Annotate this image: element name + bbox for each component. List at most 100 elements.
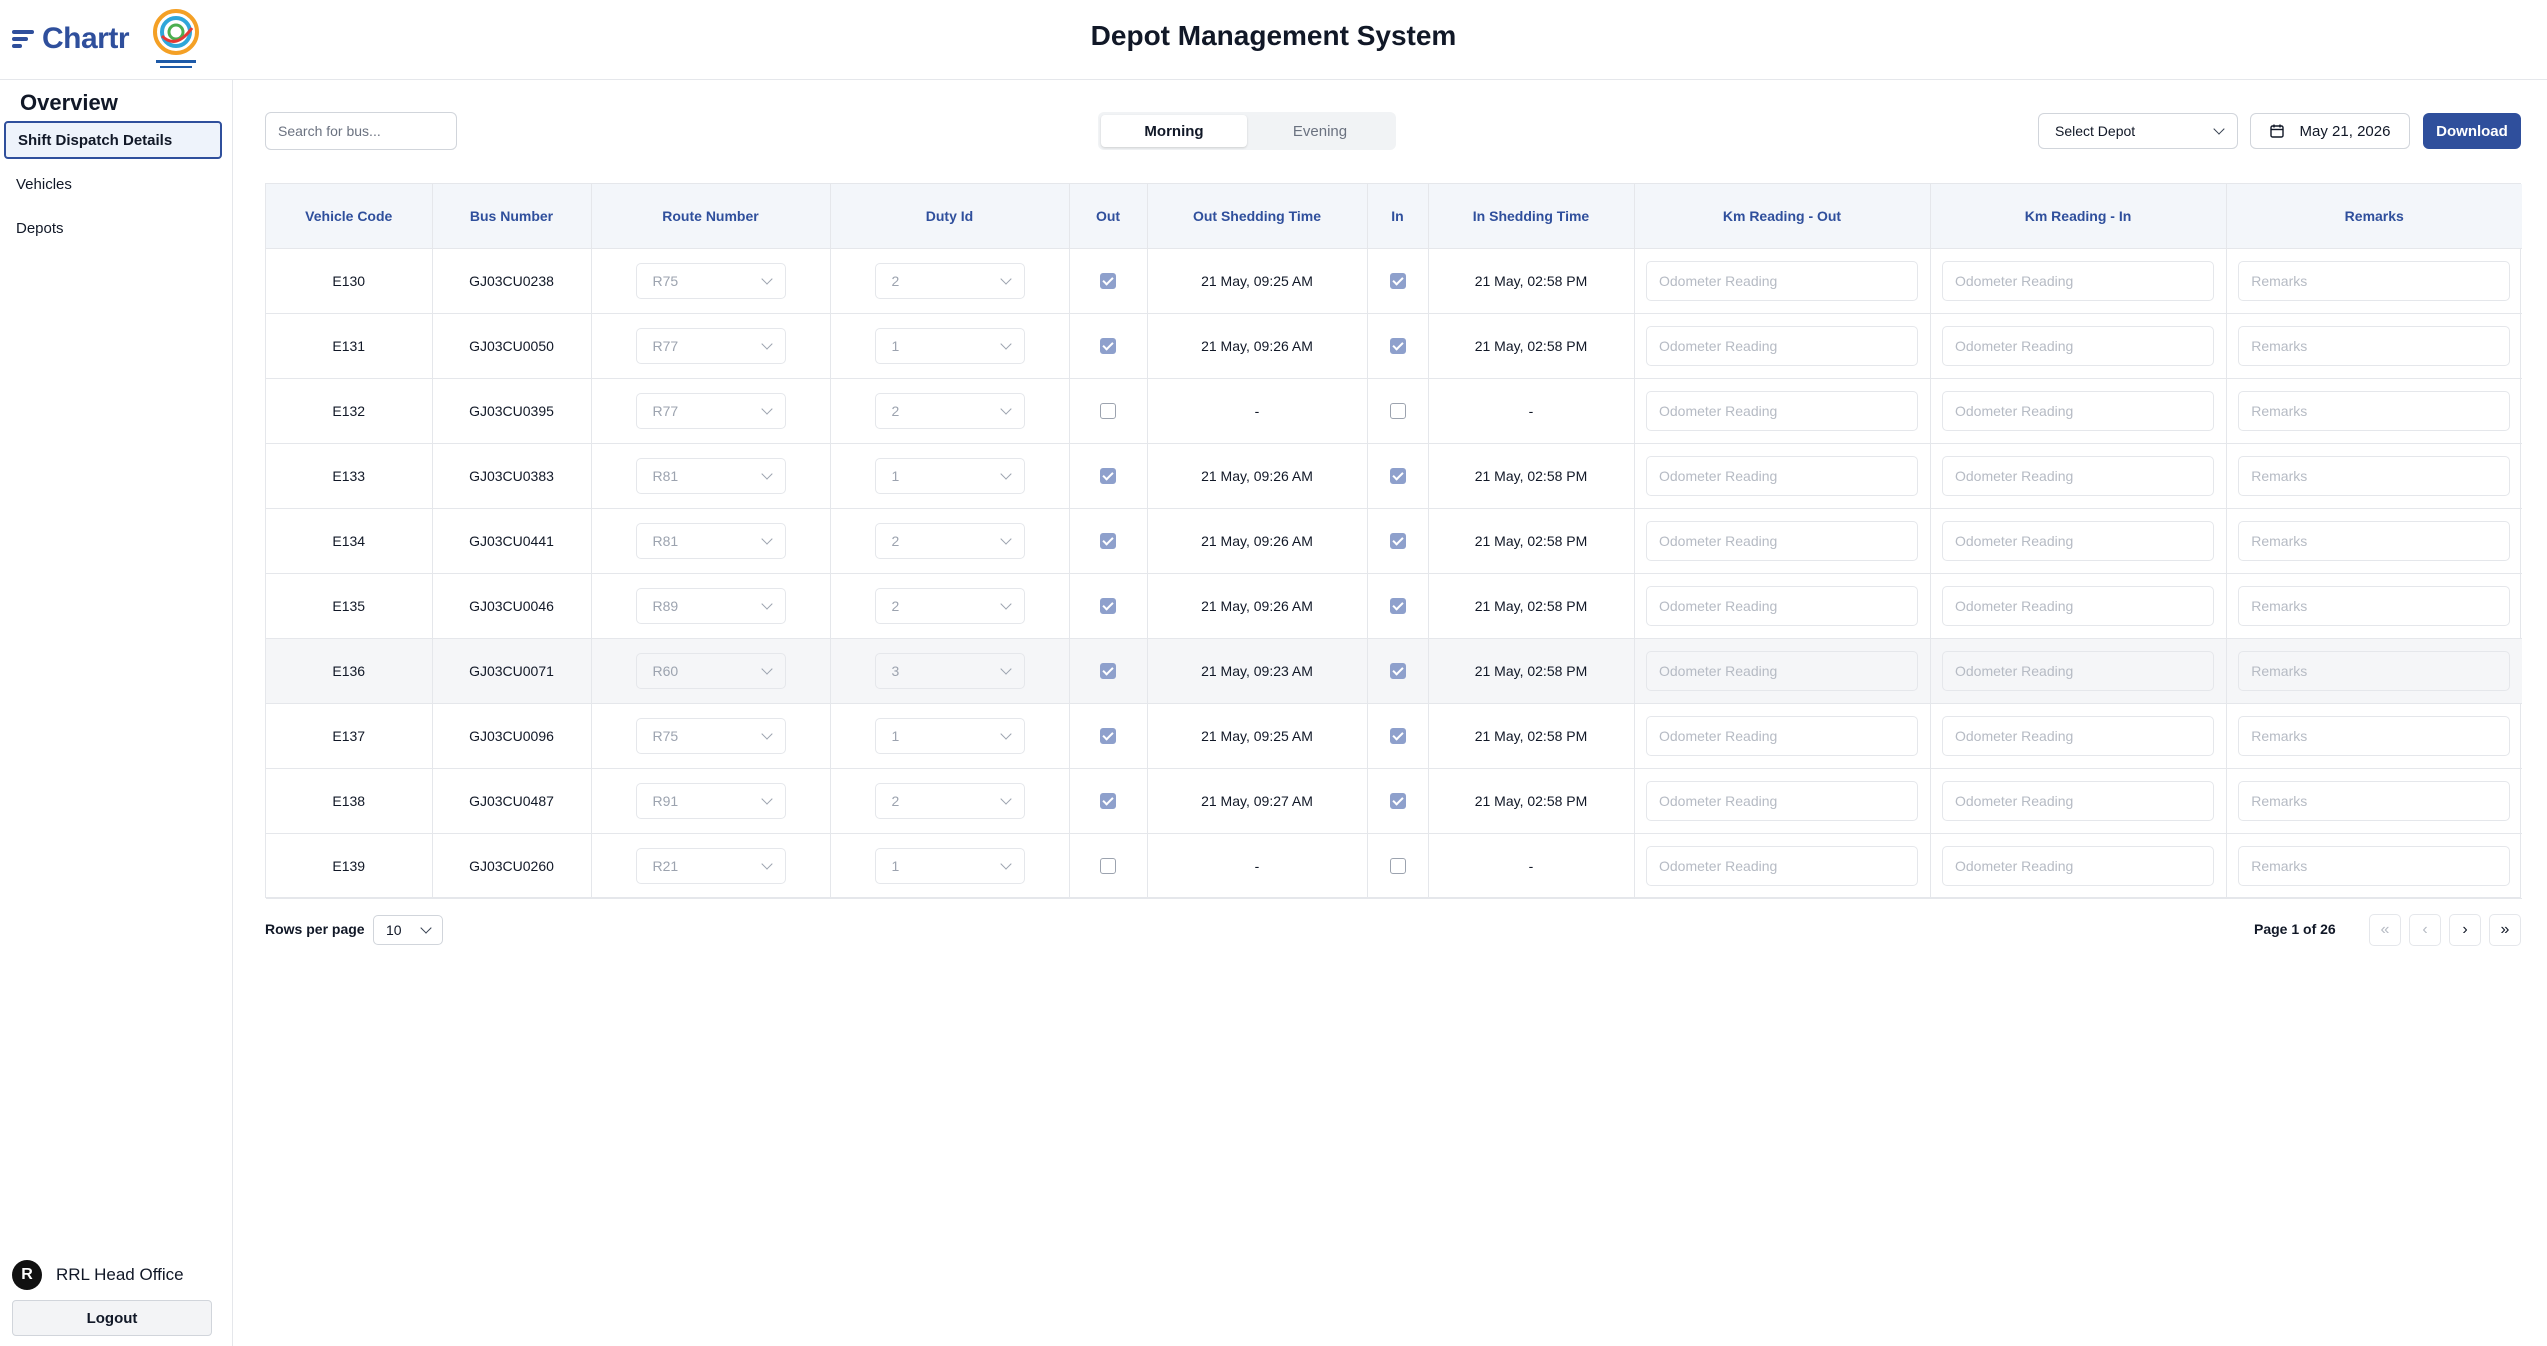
duty-select[interactable]: 3 — [874, 652, 1025, 689]
km-reading-in-input[interactable] — [1942, 780, 2214, 821]
out-shedding-time-cell: 21 May, 09:23 AM — [1147, 638, 1368, 704]
out-checkbox[interactable] — [1100, 403, 1116, 420]
route-select[interactable]: R81 — [635, 457, 786, 494]
km-reading-in-input[interactable] — [1942, 715, 2214, 756]
logout-button[interactable]: Logout — [12, 1300, 212, 1336]
duty-select[interactable]: 1 — [874, 717, 1025, 754]
duty-select[interactable]: 2 — [874, 262, 1025, 299]
out-checkbox[interactable] — [1100, 273, 1116, 290]
out-checkbox[interactable] — [1100, 663, 1116, 680]
remarks-cell — [2226, 768, 2522, 834]
out-shedding-time-cell: 21 May, 09:26 AM — [1147, 443, 1368, 509]
km-reading-in-input[interactable] — [1942, 585, 2214, 626]
remarks-input[interactable] — [2238, 325, 2511, 366]
duty-select-value: 2 — [891, 272, 900, 289]
duty-select[interactable]: 2 — [874, 522, 1025, 559]
duty-select-value: 3 — [891, 662, 900, 679]
out-shedding-time-cell: 21 May, 09:26 AM — [1147, 313, 1368, 379]
in-checkbox[interactable] — [1389, 793, 1406, 810]
route-select[interactable]: R91 — [635, 782, 786, 819]
route-select[interactable]: R89 — [635, 587, 786, 624]
route-select[interactable]: R75 — [635, 717, 786, 754]
remarks-input[interactable] — [2238, 390, 2511, 431]
out-checkbox[interactable] — [1100, 793, 1116, 810]
sidebar-item-shift-dispatch-details[interactable]: Shift Dispatch Details — [4, 121, 222, 159]
remarks-input[interactable] — [2238, 455, 2511, 496]
depot-select[interactable]: Select Depot — [2038, 113, 2238, 149]
route-select[interactable]: R81 — [635, 522, 786, 559]
in-checkbox[interactable] — [1389, 468, 1406, 485]
in-checkbox[interactable] — [1389, 403, 1406, 420]
route-select[interactable]: R77 — [635, 392, 786, 429]
next-page-button[interactable]: › — [2449, 914, 2481, 946]
km-reading-in-input[interactable] — [1942, 455, 2214, 496]
in-checkbox[interactable] — [1389, 273, 1406, 290]
route-select[interactable]: R60 — [635, 652, 786, 689]
in-checkbox[interactable] — [1389, 663, 1406, 680]
selected-date: May 21, 2026 — [2299, 122, 2391, 140]
in-checkbox[interactable] — [1389, 728, 1406, 745]
download-button[interactable]: Download — [2423, 113, 2521, 149]
in-checkbox[interactable] — [1389, 598, 1406, 615]
remarks-input[interactable] — [2238, 520, 2511, 561]
chevron-down-icon — [760, 727, 773, 740]
km-reading-in-input[interactable] — [1942, 325, 2214, 366]
search-input[interactable] — [265, 112, 457, 150]
chevron-down-icon — [999, 662, 1012, 675]
shift-morning-tab[interactable]: Morning — [1101, 115, 1247, 147]
km-reading-out-input[interactable] — [1646, 845, 1918, 886]
prev-page-button[interactable]: ‹ — [2409, 914, 2441, 946]
out-checkbox[interactable] — [1100, 858, 1116, 875]
remarks-input[interactable] — [2238, 260, 2511, 301]
out-checkbox[interactable] — [1100, 533, 1116, 550]
km-reading-out-input[interactable] — [1646, 455, 1918, 496]
route-select[interactable]: R21 — [635, 847, 786, 884]
in-shedding-time-cell: 21 May, 02:58 PM — [1428, 703, 1635, 769]
last-page-button[interactable]: » — [2489, 914, 2521, 946]
route-select[interactable]: R75 — [635, 262, 786, 299]
date-picker-button[interactable]: May 21, 2026 — [2250, 113, 2410, 149]
in-checkbox[interactable] — [1389, 858, 1406, 875]
bus-number-cell: GJ03CU0383 — [432, 443, 592, 509]
km-reading-out-input[interactable] — [1646, 715, 1918, 756]
remarks-input[interactable] — [2238, 780, 2511, 821]
in-checkbox[interactable] — [1389, 338, 1406, 355]
km-reading-in-input[interactable] — [1942, 390, 2214, 431]
km-reading-out-input[interactable] — [1646, 390, 1918, 431]
out-checkbox[interactable] — [1100, 598, 1116, 615]
km-reading-out-input[interactable] — [1646, 585, 1918, 626]
km-reading-out-input[interactable] — [1646, 260, 1918, 301]
km-reading-out-input[interactable] — [1646, 780, 1918, 821]
km-reading-in-input[interactable] — [1942, 520, 2214, 561]
chevron-down-icon — [2213, 123, 2225, 135]
remarks-input[interactable] — [2238, 845, 2511, 886]
km-reading-out-input[interactable] — [1646, 650, 1918, 691]
duty-select[interactable]: 2 — [874, 587, 1025, 624]
out-checkbox[interactable] — [1100, 728, 1116, 745]
out-checkbox[interactable] — [1100, 468, 1116, 485]
duty-select[interactable]: 1 — [874, 457, 1025, 494]
in-cell — [1367, 443, 1429, 509]
out-checkbox[interactable] — [1100, 338, 1116, 355]
duty-select[interactable]: 2 — [874, 392, 1025, 429]
sidebar-item-depots[interactable]: Depots — [4, 209, 222, 247]
km-reading-in-input[interactable] — [1942, 845, 2214, 886]
remarks-input[interactable] — [2238, 715, 2511, 756]
km-reading-in-input[interactable] — [1942, 260, 2214, 301]
route-number-cell: R77 — [591, 378, 831, 444]
route-select[interactable]: R77 — [635, 327, 786, 364]
km-reading-in-input[interactable] — [1942, 650, 2214, 691]
in-checkbox[interactable] — [1389, 533, 1406, 550]
first-page-button[interactable]: « — [2369, 914, 2401, 946]
rows-per-page-select[interactable]: 10 — [373, 915, 443, 945]
table-row: E137 GJ03CU0096 R75 1 21 May, 09:25 AM 21 May… — [266, 703, 2522, 769]
remarks-input[interactable] — [2238, 650, 2511, 691]
km-reading-out-input[interactable] — [1646, 325, 1918, 366]
remarks-input[interactable] — [2238, 585, 2511, 626]
km-reading-out-input[interactable] — [1646, 520, 1918, 561]
shift-evening-tab[interactable]: Evening — [1247, 115, 1393, 147]
sidebar-item-vehicles[interactable]: Vehicles — [4, 165, 222, 203]
duty-select[interactable]: 2 — [874, 782, 1025, 819]
duty-select[interactable]: 1 — [874, 847, 1025, 884]
duty-select[interactable]: 1 — [874, 327, 1025, 364]
